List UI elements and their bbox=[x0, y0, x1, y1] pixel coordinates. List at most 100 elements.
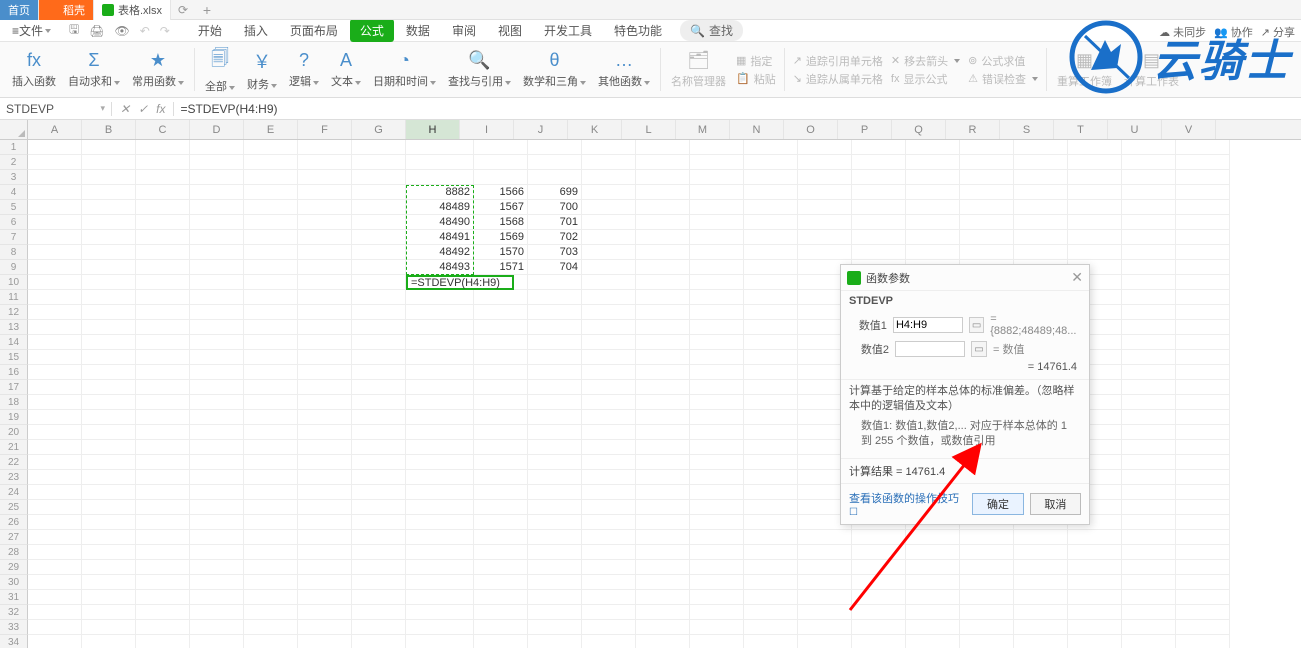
cell[interactable] bbox=[636, 290, 690, 305]
cell[interactable] bbox=[690, 395, 744, 410]
cell[interactable] bbox=[1068, 605, 1122, 620]
cell[interactable] bbox=[352, 620, 406, 635]
ref-select-icon[interactable]: ▭ bbox=[969, 317, 984, 333]
cell[interactable] bbox=[352, 605, 406, 620]
cell[interactable] bbox=[1122, 500, 1176, 515]
cell[interactable] bbox=[528, 515, 582, 530]
cell[interactable] bbox=[744, 470, 798, 485]
cell[interactable] bbox=[190, 605, 244, 620]
cell[interactable] bbox=[1122, 245, 1176, 260]
cell[interactable] bbox=[352, 200, 406, 215]
cell[interactable] bbox=[960, 230, 1014, 245]
cell[interactable] bbox=[1176, 485, 1230, 500]
cell[interactable] bbox=[298, 140, 352, 155]
cell[interactable] bbox=[1122, 290, 1176, 305]
cell[interactable] bbox=[28, 425, 82, 440]
cell[interactable] bbox=[298, 155, 352, 170]
cell[interactable] bbox=[298, 275, 352, 290]
cell[interactable] bbox=[1122, 485, 1176, 500]
cell[interactable] bbox=[852, 530, 906, 545]
cell[interactable] bbox=[906, 560, 960, 575]
cell[interactable] bbox=[244, 380, 298, 395]
cell[interactable] bbox=[474, 395, 528, 410]
row-header[interactable]: 25 bbox=[0, 500, 28, 515]
cell[interactable] bbox=[528, 155, 582, 170]
cell[interactable] bbox=[82, 425, 136, 440]
ribbon-tab-dev[interactable]: 开发工具 bbox=[534, 19, 602, 42]
cell[interactable] bbox=[28, 170, 82, 185]
cell[interactable] bbox=[1014, 575, 1068, 590]
cell[interactable] bbox=[1176, 335, 1230, 350]
cell[interactable] bbox=[352, 410, 406, 425]
cell[interactable] bbox=[352, 455, 406, 470]
cell[interactable] bbox=[636, 395, 690, 410]
cell[interactable] bbox=[1176, 440, 1230, 455]
cell[interactable] bbox=[28, 200, 82, 215]
cell[interactable] bbox=[1176, 275, 1230, 290]
cell[interactable] bbox=[244, 230, 298, 245]
cell[interactable] bbox=[690, 245, 744, 260]
cell[interactable] bbox=[852, 170, 906, 185]
cell[interactable] bbox=[690, 350, 744, 365]
cell[interactable]: 48492 bbox=[406, 245, 474, 260]
cell[interactable] bbox=[744, 170, 798, 185]
cell[interactable] bbox=[352, 185, 406, 200]
cell[interactable] bbox=[474, 620, 528, 635]
cell[interactable] bbox=[474, 560, 528, 575]
cell[interactable] bbox=[28, 320, 82, 335]
cell[interactable] bbox=[298, 320, 352, 335]
row-header[interactable]: 26 bbox=[0, 515, 28, 530]
cell[interactable] bbox=[352, 260, 406, 275]
row-header[interactable]: 5 bbox=[0, 200, 28, 215]
cell[interactable] bbox=[906, 590, 960, 605]
search-button[interactable]: 🔍 查找 bbox=[680, 20, 743, 41]
cell[interactable] bbox=[636, 470, 690, 485]
cell[interactable] bbox=[406, 530, 474, 545]
cell[interactable] bbox=[1068, 620, 1122, 635]
cell[interactable] bbox=[1122, 605, 1176, 620]
col-header-E[interactable]: E bbox=[244, 120, 298, 139]
cell[interactable] bbox=[190, 350, 244, 365]
cell[interactable] bbox=[28, 515, 82, 530]
cell[interactable] bbox=[1068, 545, 1122, 560]
cell[interactable]: 703 bbox=[528, 245, 582, 260]
cell[interactable] bbox=[1068, 230, 1122, 245]
cell[interactable] bbox=[744, 620, 798, 635]
cell[interactable] bbox=[798, 605, 852, 620]
cell[interactable] bbox=[352, 470, 406, 485]
cell[interactable] bbox=[744, 515, 798, 530]
cell[interactable] bbox=[474, 425, 528, 440]
cell[interactable] bbox=[474, 500, 528, 515]
col-header-L[interactable]: L bbox=[622, 120, 676, 139]
cell[interactable] bbox=[136, 335, 190, 350]
cell[interactable] bbox=[190, 230, 244, 245]
cell[interactable]: 1571 bbox=[474, 260, 528, 275]
cell[interactable] bbox=[1014, 155, 1068, 170]
cell[interactable] bbox=[636, 185, 690, 200]
cell[interactable] bbox=[798, 560, 852, 575]
cell[interactable] bbox=[1176, 290, 1230, 305]
cell[interactable] bbox=[852, 620, 906, 635]
cell[interactable]: 1568 bbox=[474, 215, 528, 230]
tab-daoke[interactable]: 稻壳 bbox=[39, 0, 94, 20]
cell[interactable] bbox=[474, 470, 528, 485]
cell[interactable] bbox=[852, 230, 906, 245]
cell[interactable] bbox=[136, 185, 190, 200]
cell[interactable] bbox=[1176, 350, 1230, 365]
cell[interactable]: 48490 bbox=[406, 215, 474, 230]
cell[interactable] bbox=[528, 290, 582, 305]
cell[interactable] bbox=[744, 560, 798, 575]
btn-assign[interactable]: ▦ 指定 bbox=[736, 53, 776, 69]
cell[interactable] bbox=[244, 335, 298, 350]
cell[interactable] bbox=[636, 620, 690, 635]
cell[interactable] bbox=[298, 425, 352, 440]
cell[interactable] bbox=[690, 380, 744, 395]
cell[interactable] bbox=[1014, 635, 1068, 648]
spreadsheet-grid[interactable]: 1234888215666995484891567700648490156870… bbox=[0, 140, 1301, 648]
row-header[interactable]: 1 bbox=[0, 140, 28, 155]
cell[interactable] bbox=[582, 395, 636, 410]
cell[interactable] bbox=[1176, 365, 1230, 380]
cell[interactable] bbox=[352, 590, 406, 605]
cell[interactable] bbox=[906, 140, 960, 155]
cell[interactable] bbox=[1122, 170, 1176, 185]
